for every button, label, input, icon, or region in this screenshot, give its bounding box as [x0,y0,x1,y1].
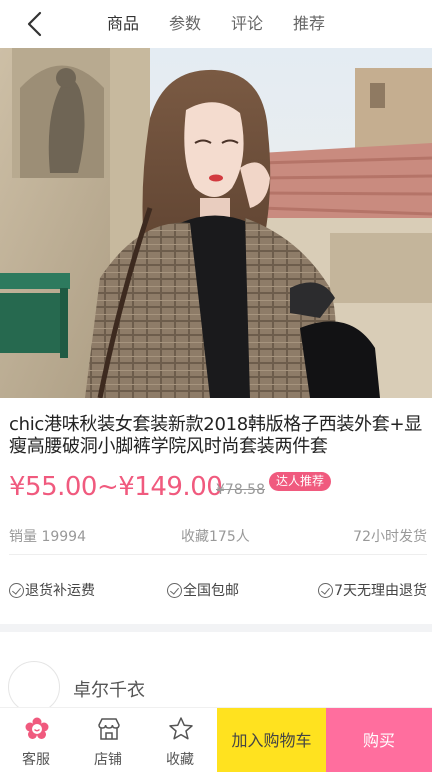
product-title: chic港味秋装女套装新款2018韩版格子西装外套+显瘦高腰破洞小脚裤学院风时尚… [9,414,422,457]
check-circle-icon [9,582,24,598]
customer-service-icon [25,717,49,739]
sales-count: 销量 19994 [9,529,86,545]
customer-service-button[interactable]: 客服 [0,708,72,772]
store-icon [98,718,120,740]
store-button[interactable]: 店铺 [72,708,144,772]
price-range: ¥55.00~¥149.00 [9,472,223,502]
service-guarantees[interactable]: 退货补运费 全国包邮 7天无理由退货 [9,580,427,602]
tab-bar: 商品 参数 评论 推荐 [92,0,340,48]
favorite-label: 收藏 [166,752,194,768]
service-item: 7天无理由退货 [318,580,427,600]
service-label: 退货补运费 [25,583,95,599]
stats-row: 销量 19994 收藏175人 72小时发货 [9,526,427,548]
check-circle-icon [318,582,334,598]
add-to-cart-button[interactable]: 加入购物车 [217,708,326,772]
buy-button[interactable]: 购买 [326,708,432,772]
shop-avatar[interactable] [8,661,60,713]
favorite-button[interactable]: 收藏 [144,708,216,772]
shop-name[interactable]: 卓尔千衣 [73,676,145,702]
price-row: ¥55.00~¥149.00 ¥78.58 达人推荐 [9,470,429,504]
service-item: 全国包邮 [167,580,239,600]
service-label: 全国包邮 [183,583,239,599]
divider [9,554,427,555]
check-circle-icon [167,582,182,598]
star-icon [169,717,193,740]
product-photo[interactable] [0,48,432,398]
original-price: ¥78.58 [216,482,265,498]
tab-product[interactable]: 商品 [92,0,154,48]
tab-recommend[interactable]: 推荐 [278,0,340,48]
shipping-time: 72小时发货 [353,529,427,545]
shop-info[interactable]: 卓尔千衣 [8,660,428,714]
customer-service-label: 客服 [22,752,50,768]
tab-params[interactable]: 参数 [154,0,216,48]
back-arrow-icon[interactable] [22,10,50,38]
bottom-action-bar: 客服 店铺 收藏 加入购物车 购买 [0,707,432,772]
service-label: 7天无理由退货 [334,583,427,599]
service-item: 退货补运费 [9,580,95,600]
recommend-badge: 达人推荐 [269,472,332,491]
favorites-count: 收藏175人 [181,529,250,545]
top-navigation: 商品 参数 评论 推荐 [0,0,432,48]
section-separator [0,624,432,632]
tab-reviews[interactable]: 评论 [216,0,278,48]
product-photo-image [0,48,432,398]
store-label: 店铺 [94,752,122,768]
